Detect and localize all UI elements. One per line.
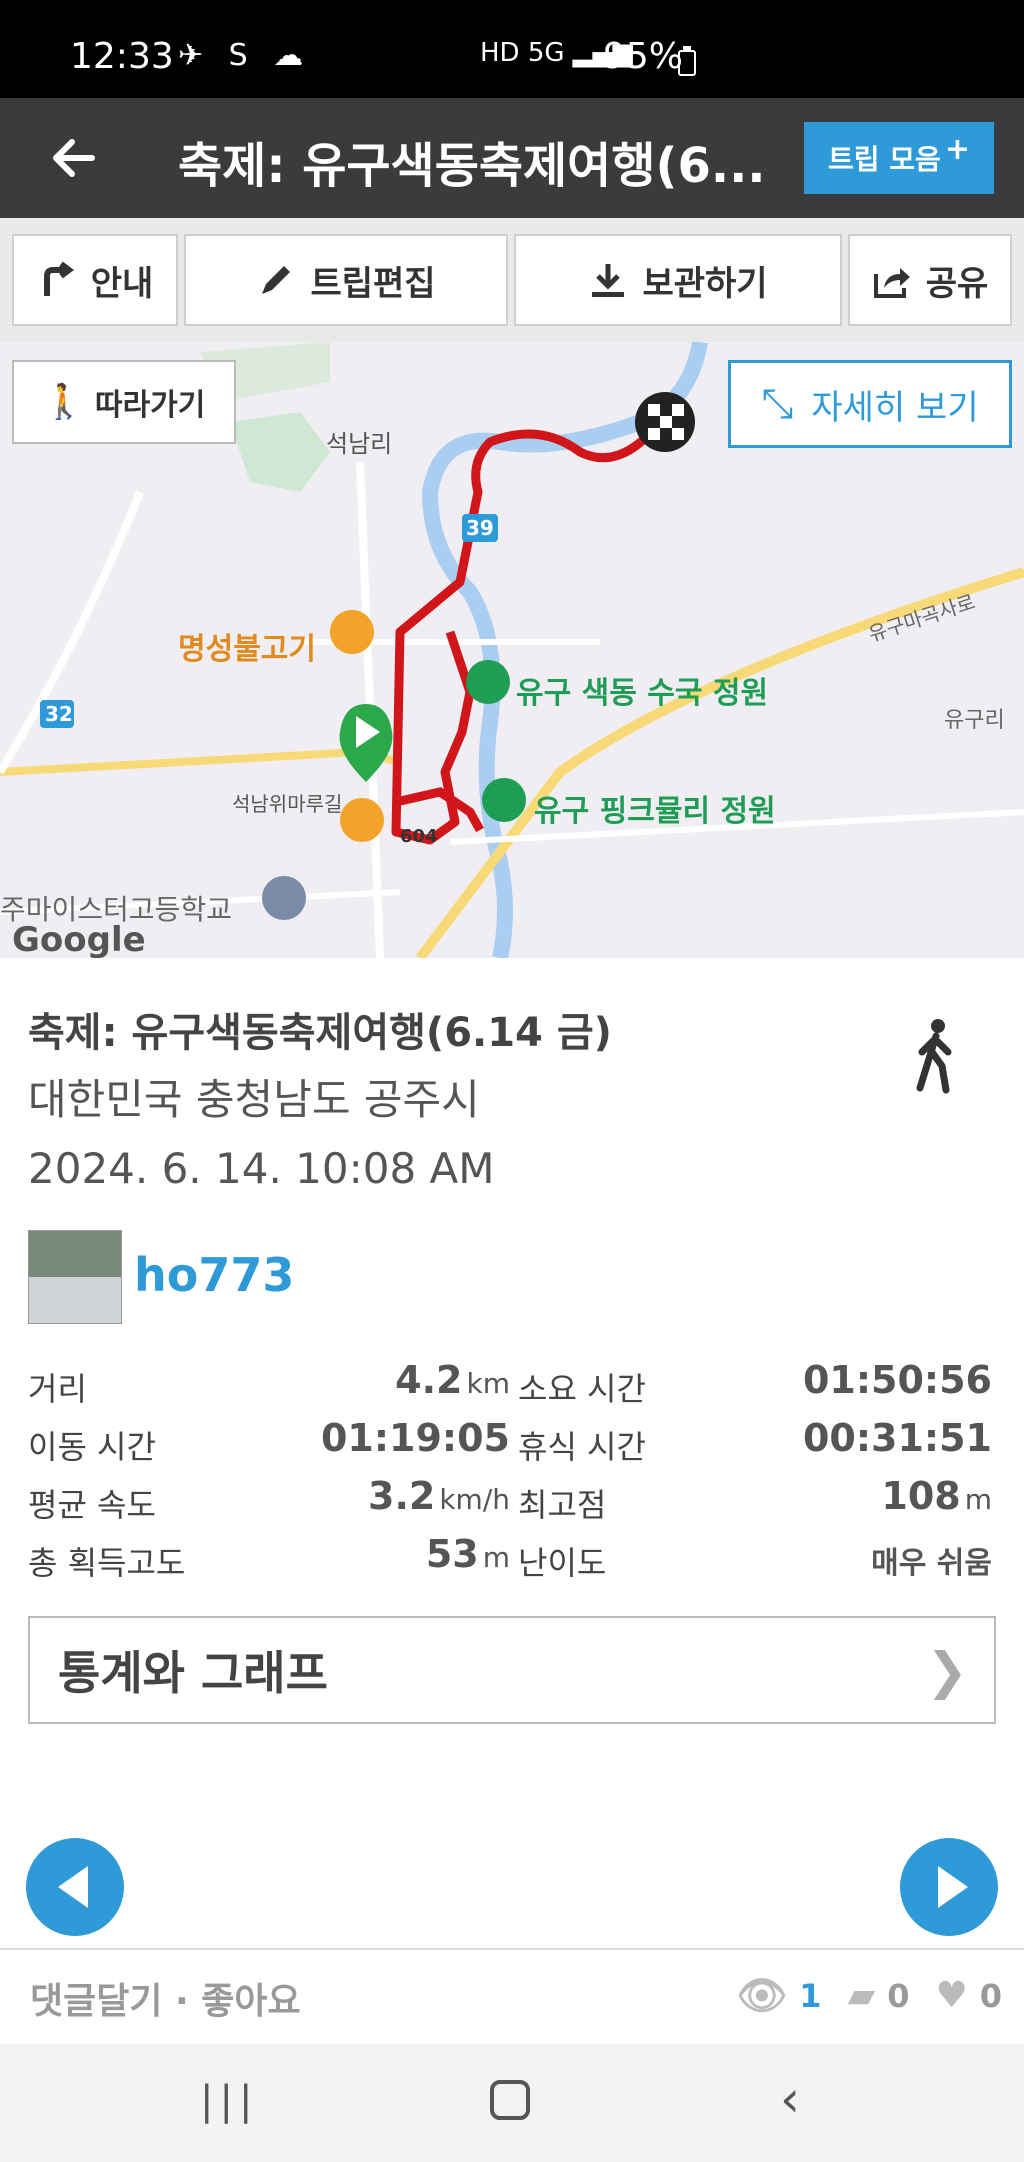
max-altitude-label: 최고점	[518, 1486, 607, 1524]
map-label-garden-hydrangea: 유구 색동 수국 정원	[516, 676, 769, 711]
avg-speed-label: 평균 속도	[28, 1486, 156, 1524]
save-button[interactable]: 보관하기	[514, 234, 842, 326]
footer-stats: 👁 1 ▰ 0 ♥ 0	[736, 1972, 1002, 2019]
heart-icon: ♥	[935, 1975, 968, 2016]
share-button[interactable]: 공유	[848, 234, 1012, 326]
next-trip-button[interactable]	[900, 1838, 998, 1936]
action-toolbar: 안내 트립편집 보관하기 공유	[0, 218, 1024, 342]
guide-button[interactable]: 안내	[12, 234, 178, 326]
route-badge-39: 39	[466, 516, 494, 540]
avg-speed-number: 3.2	[368, 1474, 436, 1518]
distance-unit: km	[466, 1367, 511, 1400]
google-logo: Google	[12, 920, 146, 958]
view-detail-button[interactable]: ⤡ 자세히 보기	[728, 360, 1012, 448]
trip-location: 대한민국 충청남도 공주시	[28, 1075, 480, 1124]
distance-number: 4.2	[395, 1358, 463, 1402]
battery-icon	[678, 46, 696, 76]
max-altitude-value: 108 m	[760, 1474, 992, 1518]
guide-label: 안내	[90, 263, 154, 304]
route-badge-32: 32	[45, 702, 73, 726]
map-label-seoknamri: 석남리	[326, 430, 393, 458]
walking-icon	[916, 1019, 952, 1094]
stats-graph-button[interactable]: 통계와 그래프 ❯	[28, 1616, 996, 1724]
difficulty-label: 난이도	[518, 1544, 607, 1582]
recent-apps-icon[interactable]: |||	[200, 2078, 258, 2124]
back-arrow-icon[interactable]	[44, 128, 104, 188]
moving-time-label: 이동 시간	[28, 1428, 156, 1466]
elevation-gain-number: 53	[425, 1532, 479, 1576]
max-altitude-unit: m	[964, 1483, 992, 1516]
route-label-604: 604	[400, 826, 438, 847]
comment-icon: ▰	[847, 1975, 876, 2016]
chevron-right-icon: ❯	[926, 1642, 968, 1700]
follow-button[interactable]: 🚶 따라가기	[12, 360, 236, 444]
turn-arrow-icon	[43, 261, 74, 296]
play-left-icon	[58, 1866, 88, 1908]
system-navigation-bar: ||| ‹	[0, 2044, 1024, 2162]
elevation-gain-label: 총 획득고도	[28, 1544, 186, 1582]
page-title: 축제: 유구색동축제여행(6....	[178, 138, 768, 194]
download-icon	[592, 264, 625, 297]
edit-trip-label: 트립편집	[310, 263, 436, 304]
title-bar: 축제: 유구색동축제여행(6.... 트립 모음 +	[0, 98, 1024, 218]
duration-value: 01:50:56	[802, 1358, 992, 1402]
share-label: 공유	[925, 263, 989, 304]
status-bar: 12:33 ✈ S ☁ HD 5G ▂▄▆ 95%	[0, 0, 1024, 98]
duration-label: 소요 시간	[518, 1370, 646, 1408]
rest-time-label: 휴식 시간	[518, 1428, 646, 1466]
map-label-garden-pinkmuhly: 유구 핑크뮬리 정원	[534, 794, 776, 829]
max-altitude-number: 108	[881, 1474, 961, 1518]
notification-icons: ✈ S ☁	[178, 38, 312, 73]
home-icon[interactable]	[490, 2080, 530, 2120]
eye-icon: 👁	[736, 1973, 788, 2019]
map-label-seoknam-road: 석남위마루길	[232, 792, 343, 816]
hiker-icon: 🚶	[42, 382, 85, 422]
status-time: 12:33	[70, 36, 174, 77]
trip-collection-button[interactable]: 트립 모음 +	[804, 122, 994, 194]
user-avatar[interactable]	[28, 1230, 122, 1324]
plus-icon: +	[944, 131, 970, 167]
map-label-yugu-ri: 유구리	[944, 708, 1005, 733]
likes-count: 0	[979, 1976, 1002, 2015]
share-icon	[873, 268, 910, 298]
edit-trip-button[interactable]: 트립편집	[184, 234, 508, 326]
comment-like-link[interactable]: 댓글달기 · 좋아요	[30, 1972, 301, 2024]
views-count: 1	[799, 1976, 822, 2015]
moving-time-value: 01:19:05	[320, 1416, 510, 1460]
trip-title: 축제: 유구색동축제여행(6.14 금)	[28, 1010, 612, 1056]
play-right-icon	[938, 1866, 968, 1908]
avg-speed-unit: km/h	[439, 1483, 510, 1516]
follow-label: 따라가기	[94, 388, 206, 423]
pencil-icon	[262, 266, 291, 294]
previous-trip-button[interactable]	[26, 1838, 124, 1936]
trip-date: 2024. 6. 14. 10:08 AM	[28, 1144, 495, 1193]
back-icon[interactable]: ‹	[780, 2070, 800, 2128]
battery-text: 95%	[603, 36, 684, 77]
rest-time-value: 00:31:51	[802, 1416, 992, 1460]
expand-icon: ⤡	[761, 381, 794, 427]
route-map[interactable]: 🚶 따라가기 ⤡ 자세히 보기 석남리 명성불고기 유구 색동 수국 정원 유구…	[0, 342, 1024, 958]
elevation-gain-unit: m	[482, 1541, 510, 1574]
save-label: 보관하기	[642, 263, 768, 304]
comment-footer: 댓글달기 · 좋아요 👁 1 ▰ 0 ♥ 0	[0, 1948, 1024, 2044]
distance-label: 거리	[28, 1370, 87, 1408]
username-link[interactable]: ho773	[134, 1248, 294, 1302]
comments-count: 0	[887, 1976, 910, 2015]
elevation-gain-value: 53 m	[300, 1532, 510, 1576]
avg-speed-value: 3.2 km/h	[300, 1474, 510, 1518]
difficulty-value: 매우 쉬움	[871, 1546, 992, 1581]
map-label-restaurant: 명성불고기	[178, 632, 316, 667]
view-detail-label: 자세히 보기	[811, 387, 979, 428]
distance-value: 4.2 km	[300, 1358, 510, 1402]
trip-collection-label: 트립 모음	[828, 143, 941, 176]
stats-graph-label: 통계와 그래프	[58, 1646, 328, 1700]
